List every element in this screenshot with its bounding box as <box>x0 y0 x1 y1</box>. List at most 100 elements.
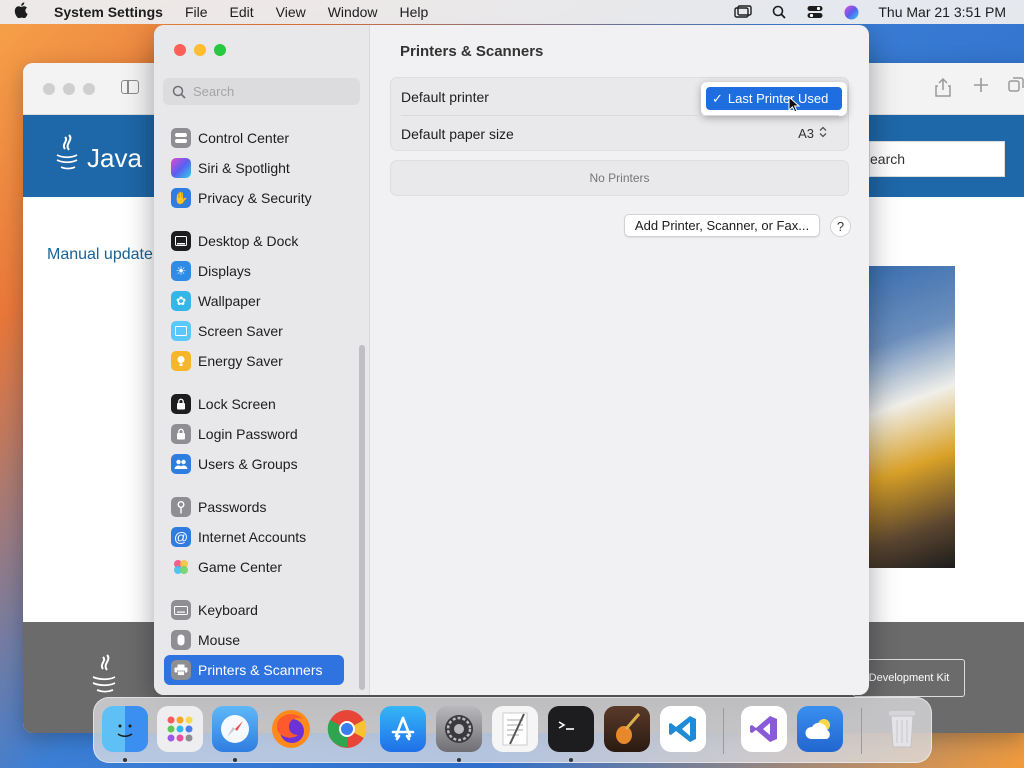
sidebar-item-internet-accounts[interactable]: @ Internet Accounts <box>164 522 344 552</box>
screen-mirroring-icon[interactable] <box>734 5 753 19</box>
browser-close-button[interactable] <box>43 83 55 95</box>
dock-weather-icon[interactable] <box>797 706 843 752</box>
at-icon: @ <box>171 527 191 547</box>
login-password-icon <box>171 424 191 444</box>
wallpaper-icon: ✿ <box>171 291 191 311</box>
java-logo[interactable]: Java <box>51 133 147 188</box>
menu-edit[interactable]: Edit <box>230 4 254 20</box>
dock-vscode-icon[interactable] <box>660 706 706 752</box>
dock-terminal-icon[interactable] <box>548 706 594 752</box>
sidebar-item-mouse[interactable]: Mouse <box>164 625 344 655</box>
sidebar-item-game-center[interactable]: Game Center <box>164 552 344 582</box>
dock-running-indicator <box>457 758 461 762</box>
sidebar-item-energy-saver[interactable]: Energy Saver <box>164 346 344 376</box>
sidebar-item-control-center[interactable]: Control Center <box>164 123 344 153</box>
sidebar-search[interactable] <box>163 78 360 105</box>
popup-option-last-printer-used[interactable]: ✓ Last Printer Used <box>706 87 842 110</box>
no-printers-label: No Printers <box>589 171 650 185</box>
sidebar-item-privacy-security[interactable]: ✋ Privacy & Security <box>164 183 344 213</box>
sidebar-item-label: Lock Screen <box>198 396 276 412</box>
menu-file[interactable]: File <box>185 4 208 20</box>
menu-view[interactable]: View <box>276 4 306 20</box>
apple-menu-icon[interactable] <box>14 2 44 22</box>
new-tab-icon[interactable] <box>973 77 989 98</box>
app-name-menu[interactable]: System Settings <box>54 4 163 20</box>
dock-chrome-icon[interactable] <box>324 706 370 752</box>
dock-system-settings-icon[interactable] <box>436 706 482 752</box>
menu-clock[interactable]: Thu Mar 21 3:51 PM <box>878 4 1006 20</box>
sidebar-item-login-password[interactable]: Login Password <box>164 419 344 449</box>
keyboard-icon <box>171 600 191 620</box>
dock <box>93 697 932 763</box>
energy-saver-icon <box>171 351 191 371</box>
paper-size-select[interactable]: A3 <box>798 126 827 141</box>
sidebar-scrollbar[interactable] <box>359 345 365 690</box>
dock-launchpad-icon[interactable] <box>157 706 203 752</box>
default-printer-popup[interactable]: ✓ Last Printer Used <box>701 82 847 116</box>
dock-visual-studio-icon[interactable] <box>741 706 787 752</box>
menu-help[interactable]: Help <box>400 4 429 20</box>
default-printer-row: Default printer ✓ Last Printer Used <box>401 78 847 116</box>
sidebar-item-users-groups[interactable]: Users & Groups <box>164 449 344 479</box>
siri-icon[interactable] <box>842 5 860 19</box>
displays-icon: ☀ <box>171 261 191 281</box>
dock-finder-icon[interactable] <box>102 706 148 752</box>
control-center-icon <box>171 128 191 148</box>
sidebar-item-label: Passwords <box>198 499 267 515</box>
spotlight-search-icon[interactable] <box>770 5 788 19</box>
browser-minimize-button[interactable] <box>63 83 75 95</box>
add-printer-button[interactable]: Add Printer, Scanner, or Fax... <box>624 214 820 237</box>
control-center-toggle-icon[interactable] <box>806 5 824 19</box>
dock-safari-icon[interactable] <box>212 706 258 752</box>
sidebar-item-label: Control Center <box>198 130 290 146</box>
window-zoom-button[interactable] <box>214 44 226 56</box>
dock-firefox-icon[interactable] <box>268 706 314 752</box>
sidebar-item-partial[interactable] <box>164 113 344 117</box>
dock-trash-icon[interactable] <box>879 706 925 752</box>
sidebar-item-label: Desktop & Dock <box>198 233 299 249</box>
jdk-download-button[interactable]: Development Kit <box>853 659 965 697</box>
share-icon[interactable] <box>935 77 951 102</box>
sidebar-item-lock-screen[interactable]: Lock Screen <box>164 389 344 419</box>
sidebar-item-label: Wallpaper <box>198 293 261 309</box>
dock-separator <box>861 708 862 754</box>
key-icon <box>171 497 191 517</box>
default-paper-size-row: Default paper size A3 <box>401 115 841 151</box>
help-button[interactable]: ? <box>830 216 851 237</box>
sidebar-item-label: Siri & Spotlight <box>198 160 290 176</box>
sidebar-item-label: Mouse <box>198 632 241 648</box>
sidebar-item-screen-saver[interactable]: Screen Saver <box>164 316 344 346</box>
sidebar-list: Control Center Siri & Spotlight ✋ Privac… <box>154 113 370 693</box>
screen-saver-icon <box>171 321 191 341</box>
up-down-chevron-icon <box>819 126 827 141</box>
window-close-button[interactable] <box>174 44 186 56</box>
menu-bar: System Settings File Edit View Window He… <box>0 0 1024 24</box>
hero-photo <box>869 266 955 568</box>
printer-list-empty: No Printers <box>390 160 849 196</box>
hand-icon: ✋ <box>171 188 191 208</box>
sidebar-toggle-icon[interactable] <box>121 80 139 94</box>
dock-textedit-icon[interactable] <box>492 706 538 752</box>
menu-window[interactable]: Window <box>328 4 378 20</box>
sidebar-item-label: Login Password <box>198 426 298 442</box>
printer-icon <box>171 660 191 680</box>
sidebar-item-label: Energy Saver <box>198 353 283 369</box>
sidebar-item-passwords[interactable]: Passwords <box>164 492 344 522</box>
sidebar-item-desktop-dock[interactable]: Desktop & Dock <box>164 226 344 256</box>
sidebar-item-label: Printers & Scanners <box>198 662 323 678</box>
sidebar-item-displays[interactable]: ☀ Displays <box>164 256 344 286</box>
window-minimize-button[interactable] <box>194 44 206 56</box>
checkmark-icon: ✓ <box>712 90 723 106</box>
manual-update-link[interactable]: Manual update <box>47 246 153 264</box>
dock-app-store-icon[interactable] <box>380 706 426 752</box>
browser-zoom-button[interactable] <box>83 83 95 95</box>
sidebar-item-printers-scanners[interactable]: Printers & Scanners <box>164 655 344 685</box>
sidebar-item-label: Displays <box>198 263 251 279</box>
site-search-field[interactable]: earch <box>869 141 1005 177</box>
search-input[interactable] <box>193 84 353 99</box>
sidebar-item-wallpaper[interactable]: ✿ Wallpaper <box>164 286 344 316</box>
dock-garageband-icon[interactable] <box>604 706 650 752</box>
tab-overview-icon[interactable] <box>1008 77 1024 98</box>
sidebar-item-siri-spotlight[interactable]: Siri & Spotlight <box>164 153 344 183</box>
sidebar-item-keyboard[interactable]: Keyboard <box>164 595 344 625</box>
